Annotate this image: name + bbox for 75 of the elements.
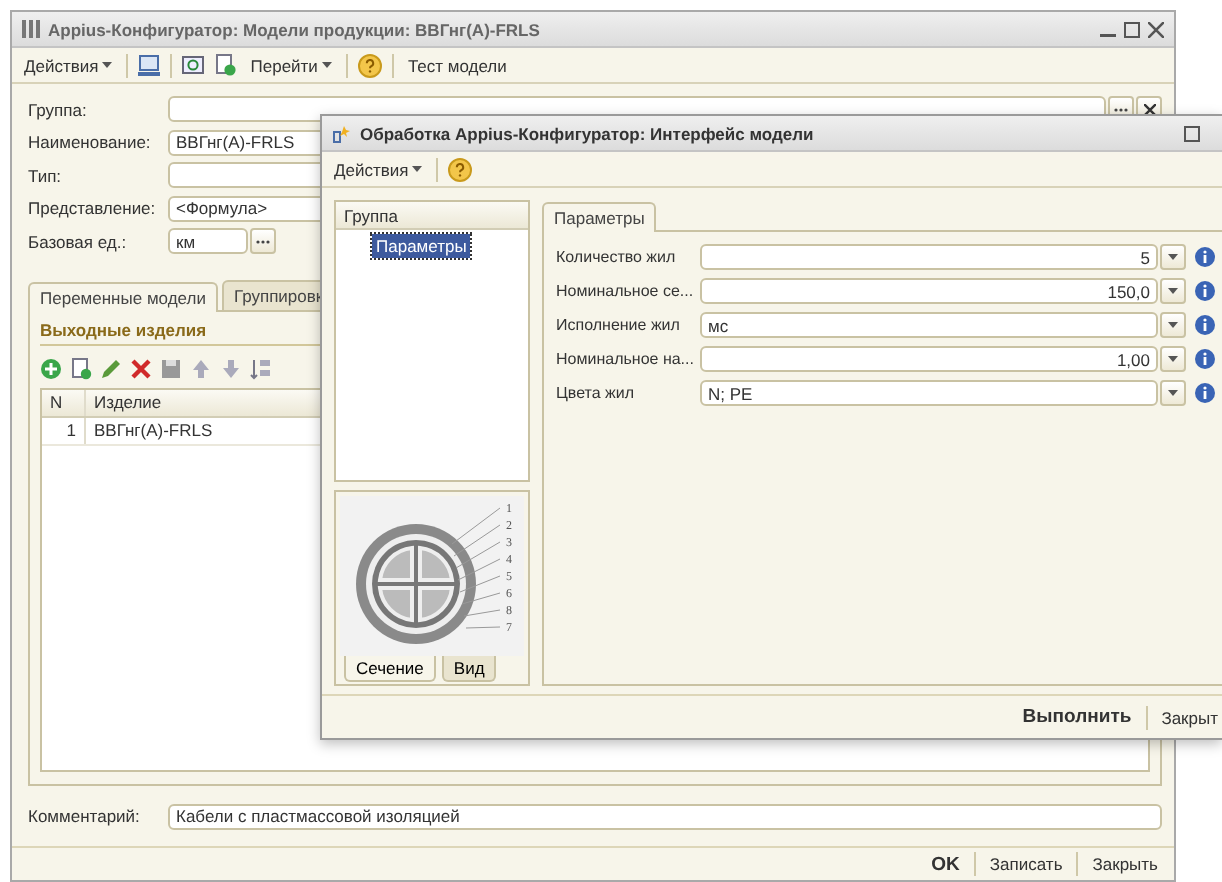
info-icon[interactable]: [1194, 382, 1216, 404]
window-icon[interactable]: [138, 54, 161, 76]
caret-icon: [1168, 356, 1178, 362]
app-icon: [22, 20, 40, 38]
info-icon[interactable]: [1194, 246, 1216, 268]
field-label: Тип:: [28, 165, 64, 186]
tab[interactable]: Сечение: [344, 656, 436, 682]
caret-icon: [412, 166, 423, 172]
dropdown-button[interactable]: [1160, 346, 1186, 372]
field-label: Исполнение жил: [556, 316, 682, 334]
window-title: Appius-Конфигуратор: Модели продукции: ВВГнг(А)-FRLS: [48, 19, 540, 39]
window-title: Обработка Appius-Конфигуратор: Интерфейс модели: [360, 123, 814, 143]
help-icon[interactable]: [448, 157, 473, 181]
field-label: Группа:: [28, 99, 89, 120]
field-label: Количество жил: [556, 248, 678, 266]
dropdown-button[interactable]: [1160, 380, 1186, 406]
info-icon[interactable]: [1194, 314, 1216, 336]
tab[interactable]: Переменные модели: [28, 281, 218, 311]
field-label: Комментарий:: [28, 806, 142, 826]
caret-icon: [1168, 288, 1178, 294]
goto-menu[interactable]: Перейти: [246, 55, 336, 75]
tab[interactable]: Параметры: [542, 202, 657, 232]
input-field[interactable]: 1,00: [700, 346, 1158, 372]
ellipsis-icon: [256, 239, 270, 244]
save-icon[interactable]: [160, 358, 182, 380]
dropdown-button[interactable]: [1160, 278, 1186, 304]
comment-field[interactable]: Кабели с пластмассовой изоляцией: [168, 803, 1162, 829]
info-icon[interactable]: [1194, 348, 1216, 370]
tree-item[interactable]: Параметры: [372, 234, 471, 258]
input-field[interactable]: 150,0: [700, 278, 1158, 304]
help-icon[interactable]: [357, 53, 382, 77]
action-button[interactable]: OK: [927, 853, 964, 875]
field-label: Цвета жил: [556, 384, 636, 402]
actions-menu[interactable]: Действия: [330, 159, 427, 179]
select-button[interactable]: [250, 228, 276, 255]
input-field[interactable]: N; PE: [700, 380, 1158, 406]
column-header[interactable]: N: [42, 389, 86, 415]
actions-menu[interactable]: Действия: [20, 55, 117, 75]
pencil-icon[interactable]: [100, 358, 122, 380]
caret-icon: [102, 62, 113, 68]
caret-icon: [1168, 322, 1178, 328]
column-header: Группа: [336, 202, 528, 230]
field-label: Номинальное се...: [556, 282, 696, 300]
action-button[interactable]: Закрыть: [1088, 854, 1162, 874]
input-field[interactable]: 5: [700, 244, 1158, 270]
maximize-icon[interactable]: [1124, 21, 1140, 37]
caret-icon: [321, 62, 332, 68]
refresh-icon[interactable]: [182, 54, 205, 76]
test-model-button[interactable]: Тест модели: [403, 55, 511, 75]
document-icon[interactable]: [214, 54, 237, 76]
form-icon: [332, 123, 352, 143]
field-label: Представление:: [28, 198, 158, 219]
action-button[interactable]: Закрыт: [1157, 707, 1222, 727]
table-cell: 1: [42, 417, 86, 443]
field-label: Номинальное на...: [556, 350, 696, 368]
field-label: Наименование:: [28, 132, 153, 153]
maximize-icon[interactable]: [1184, 125, 1200, 141]
close-icon: [1143, 103, 1155, 116]
caret-icon: [1168, 390, 1178, 396]
sort-icon[interactable]: [250, 358, 272, 380]
action-button[interactable]: Выполнить: [1018, 706, 1136, 728]
caret-icon: [1168, 254, 1178, 260]
dropdown-button[interactable]: [1160, 312, 1186, 338]
delete-icon[interactable]: [130, 358, 152, 380]
dropdown-button[interactable]: [1160, 244, 1186, 270]
close-icon[interactable]: [1148, 21, 1164, 37]
tab[interactable]: Вид: [441, 656, 497, 682]
copy-icon[interactable]: [70, 358, 92, 380]
input-field[interactable]: км: [168, 228, 248, 255]
input-field[interactable]: мс: [700, 312, 1158, 338]
field-label: Базовая ед.:: [28, 231, 129, 252]
add-icon[interactable]: [40, 358, 62, 380]
action-button[interactable]: Записать: [985, 854, 1067, 874]
info-icon[interactable]: [1194, 280, 1216, 302]
ellipsis-icon: [1114, 107, 1128, 112]
